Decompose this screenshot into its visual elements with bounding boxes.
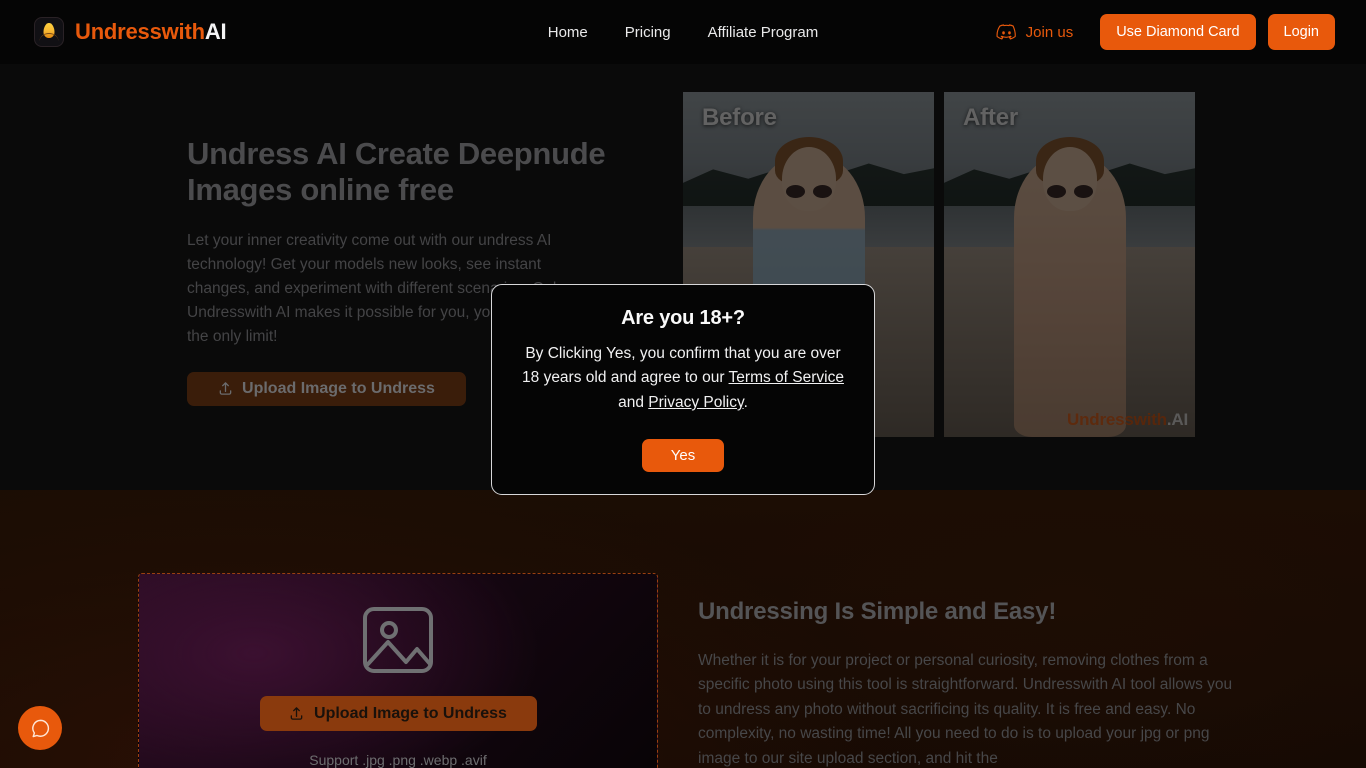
modal-body: By Clicking Yes, you confirm that you ar…: [514, 342, 852, 415]
modal-yes-button[interactable]: Yes: [642, 439, 724, 473]
modal-text-after: .: [743, 393, 748, 411]
page-root: UndresswithAI Home Pricing Affiliate Pro…: [0, 0, 1366, 768]
age-verification-modal: Are you 18+? By Clicking Yes, you confir…: [491, 284, 875, 496]
privacy-policy-link[interactable]: Privacy Policy: [648, 394, 743, 411]
terms-of-service-link[interactable]: Terms of Service: [729, 369, 844, 386]
modal-text-middle: and: [618, 393, 649, 411]
modal-title: Are you 18+?: [621, 307, 745, 329]
